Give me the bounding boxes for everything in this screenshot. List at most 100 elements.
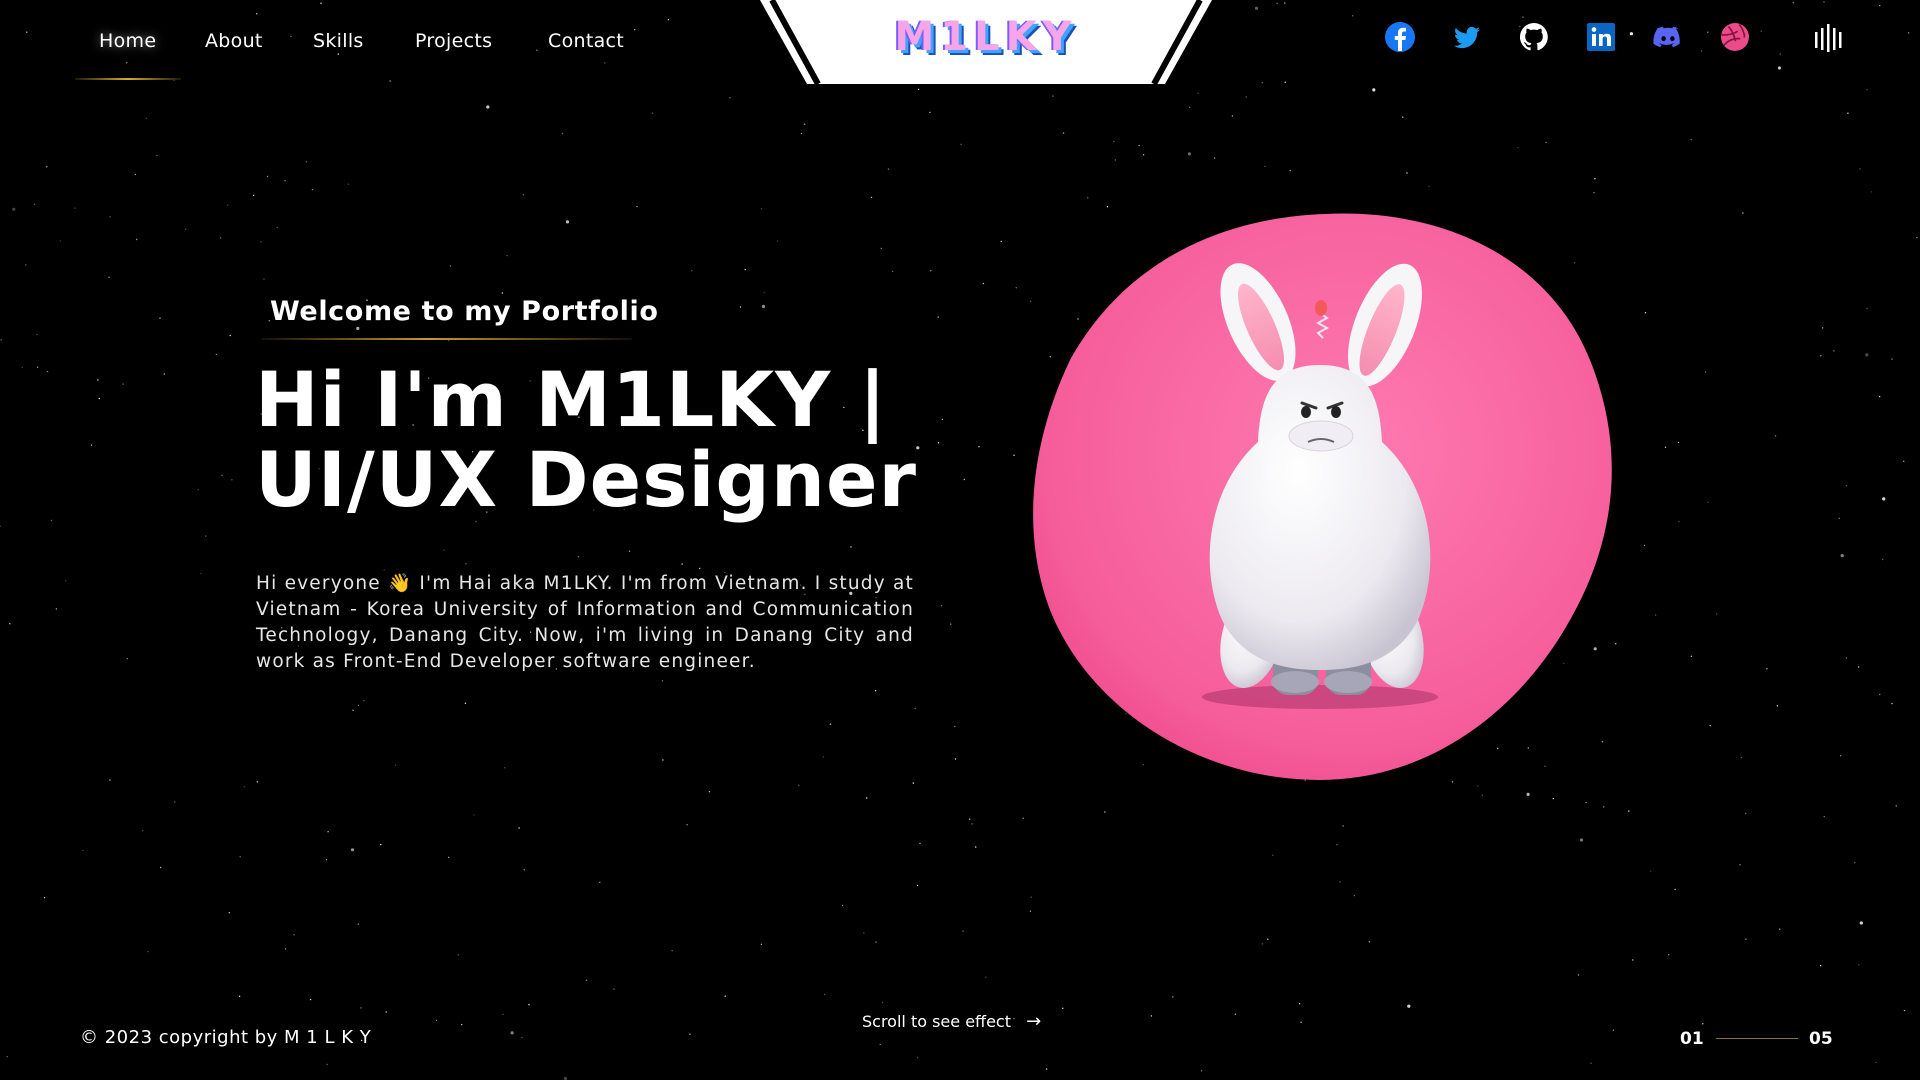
star bbox=[1187, 152, 1191, 156]
star bbox=[486, 105, 490, 109]
star bbox=[337, 53, 339, 55]
star bbox=[1632, 959, 1634, 961]
star bbox=[1030, 896, 1032, 898]
star bbox=[243, 786, 245, 788]
dribbble-icon[interactable] bbox=[1718, 20, 1752, 54]
star bbox=[1766, 668, 1768, 670]
star bbox=[891, 270, 894, 273]
logo-tab[interactable]: M1LKY bbox=[760, 0, 1212, 84]
star bbox=[912, 782, 914, 784]
star bbox=[577, 556, 579, 558]
star bbox=[109, 216, 111, 218]
nav-item-home[interactable]: Home bbox=[99, 30, 156, 52]
star bbox=[145, 117, 147, 120]
star bbox=[36, 333, 38, 336]
scroll-hint-label: Scroll to see effect bbox=[862, 1012, 1011, 1031]
star bbox=[1847, 112, 1849, 114]
star bbox=[1106, 206, 1109, 208]
star bbox=[940, 605, 943, 607]
star bbox=[1821, 327, 1824, 329]
star bbox=[969, 818, 971, 820]
star bbox=[327, 831, 329, 833]
star bbox=[1045, 1068, 1048, 1070]
star bbox=[1777, 66, 1781, 70]
star bbox=[90, 444, 93, 446]
star bbox=[823, 993, 826, 995]
star bbox=[822, 756, 824, 758]
star bbox=[126, 62, 128, 64]
star bbox=[1254, 6, 1259, 10]
star bbox=[1087, 197, 1089, 199]
star bbox=[1879, 693, 1881, 696]
star bbox=[636, 205, 638, 208]
star bbox=[954, 758, 957, 760]
star bbox=[0, 339, 2, 341]
menu-toggle-icon[interactable] bbox=[1812, 24, 1844, 54]
star bbox=[1142, 154, 1145, 156]
nav-item-skills[interactable]: Skills bbox=[313, 30, 364, 52]
star bbox=[937, 316, 939, 318]
star bbox=[464, 702, 467, 704]
star bbox=[1674, 888, 1676, 891]
star bbox=[1745, 812, 1747, 815]
discord-icon[interactable] bbox=[1651, 20, 1685, 54]
star bbox=[1104, 811, 1106, 813]
star bbox=[954, 725, 956, 728]
nav-item-projects[interactable]: Projects bbox=[415, 30, 492, 52]
star bbox=[256, 13, 258, 15]
star bbox=[1882, 497, 1886, 501]
star bbox=[253, 194, 255, 197]
github-icon[interactable] bbox=[1517, 20, 1551, 54]
star bbox=[1739, 864, 1741, 866]
hero-headline: Hi I'm M1LKY | UI/UX Designer bbox=[255, 360, 1015, 520]
star bbox=[1481, 794, 1484, 796]
star bbox=[599, 881, 601, 883]
star bbox=[1603, 806, 1605, 808]
linkedin-icon[interactable] bbox=[1584, 20, 1618, 54]
arrow-right-icon: → bbox=[1026, 1011, 1042, 1032]
headline-line-1: Hi I'm M1LKY | bbox=[255, 355, 888, 444]
star bbox=[652, 112, 654, 114]
star bbox=[1015, 287, 1017, 289]
star bbox=[360, 1007, 362, 1009]
star bbox=[686, 824, 688, 826]
star bbox=[197, 489, 199, 491]
star bbox=[1552, 797, 1555, 800]
star bbox=[229, 334, 231, 337]
star bbox=[1342, 825, 1344, 827]
facebook-icon[interactable] bbox=[1383, 20, 1417, 54]
star bbox=[798, 784, 800, 786]
star bbox=[1690, 655, 1693, 657]
star bbox=[59, 240, 61, 242]
star bbox=[1668, 954, 1670, 956]
star bbox=[6, 1056, 8, 1058]
scroll-hint-button[interactable]: Scroll to see effect → bbox=[862, 1011, 1041, 1032]
star bbox=[604, 62, 606, 64]
star bbox=[1062, 132, 1065, 134]
star bbox=[1150, 1015, 1153, 1017]
star bbox=[82, 849, 84, 852]
star bbox=[1745, 938, 1747, 940]
star bbox=[1879, 4, 1881, 7]
star bbox=[874, 690, 877, 692]
star bbox=[1402, 116, 1404, 118]
star bbox=[1298, 1003, 1301, 1005]
star bbox=[1261, 943, 1264, 945]
twitter-icon[interactable] bbox=[1450, 20, 1484, 54]
nav-item-about[interactable]: About bbox=[205, 30, 263, 52]
star bbox=[879, 1043, 881, 1046]
star bbox=[9, 623, 11, 625]
hero-bio: Hi everyone 👋 I'm Hai aka M1LKY. I'm fro… bbox=[256, 573, 914, 672]
star bbox=[385, 1011, 387, 1013]
star bbox=[347, 183, 350, 185]
star bbox=[363, 700, 365, 702]
star bbox=[221, 474, 223, 476]
star bbox=[65, 580, 67, 582]
star bbox=[1654, 614, 1657, 616]
star bbox=[739, 306, 742, 308]
nav-item-contact[interactable]: Contact bbox=[548, 30, 624, 52]
star bbox=[1650, 870, 1652, 872]
star bbox=[1707, 31, 1709, 33]
star bbox=[473, 814, 475, 816]
star bbox=[36, 366, 39, 368]
